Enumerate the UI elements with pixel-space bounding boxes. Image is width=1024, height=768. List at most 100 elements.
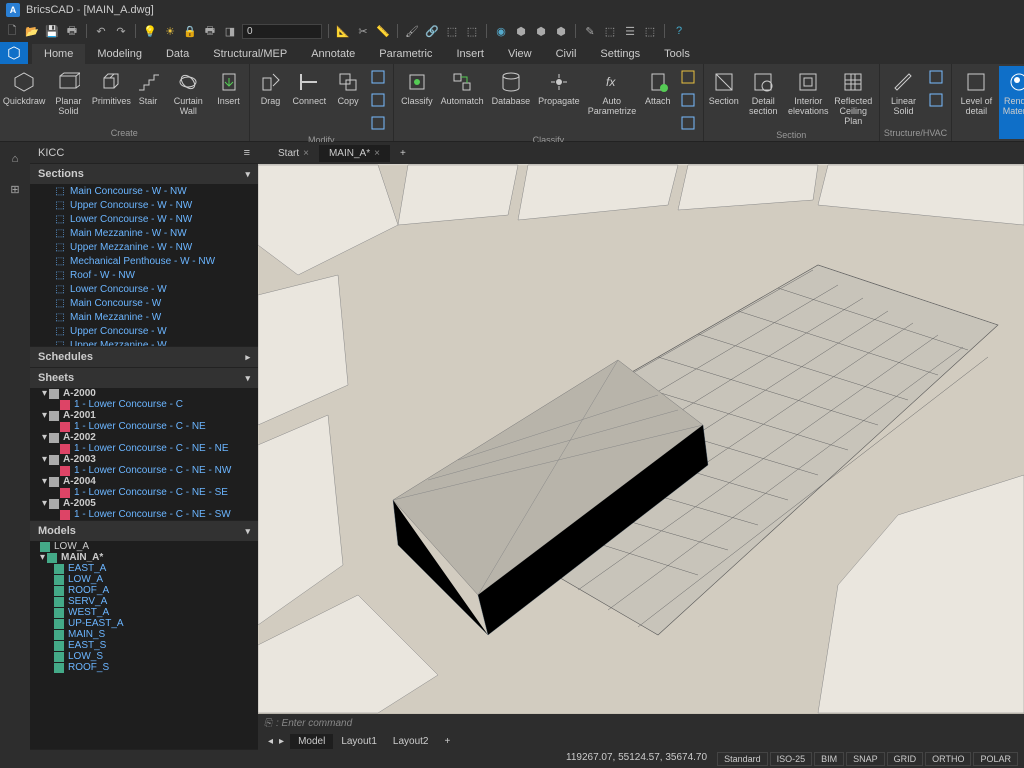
model-item[interactable]: ▾MAIN_A*: [30, 552, 258, 563]
tab-insert[interactable]: Insert: [444, 44, 496, 64]
tool-icon[interactable]: ⬚: [602, 23, 618, 39]
tab-parametric[interactable]: Parametric: [367, 44, 444, 64]
classify-small-button[interactable]: [677, 112, 699, 134]
schedules-header[interactable]: Schedules▸: [30, 347, 258, 367]
section-button[interactable]: Section: [708, 66, 740, 129]
doc-tab-main[interactable]: MAIN_A*×: [319, 145, 390, 162]
add-layout-button[interactable]: +: [437, 734, 459, 749]
modify-small-button[interactable]: [367, 112, 389, 134]
automatch-button[interactable]: Automatch: [438, 66, 487, 134]
layer-plot-icon[interactable]: 🖶: [202, 23, 218, 39]
section-item[interactable]: ⬚Main Concourse - W - NW: [30, 184, 258, 198]
sheets-header[interactable]: Sheets▾: [30, 368, 258, 388]
sheet-group[interactable]: ▾A-2001: [30, 410, 258, 421]
section-item[interactable]: ⬚Upper Concourse - W: [30, 324, 258, 338]
model-item[interactable]: LOW_A: [30, 541, 258, 552]
paint-icon[interactable]: 🖌: [404, 23, 420, 39]
model-item[interactable]: LOW_S: [30, 651, 258, 662]
cube-icon[interactable]: ⬢: [513, 23, 529, 39]
help-icon[interactable]: ?: [671, 23, 687, 39]
home-icon[interactable]: ⌂: [4, 148, 26, 170]
tab-civil[interactable]: Civil: [544, 44, 589, 64]
sheet-item[interactable]: 1 - Lower Concourse - C - NE: [30, 421, 258, 432]
copy-button[interactable]: Copy: [331, 66, 365, 134]
sheet-item[interactable]: 1 - Lower Concourse - C - NE - NE: [30, 443, 258, 454]
sheet-group[interactable]: ▾A-2002: [30, 432, 258, 443]
struct-small-button[interactable]: [925, 89, 947, 111]
status-bim-button[interactable]: BIM: [814, 752, 844, 766]
cube-icon[interactable]: ◉: [493, 23, 509, 39]
ribbon-app-button[interactable]: [0, 42, 28, 64]
tab-annotate[interactable]: Annotate: [299, 44, 367, 64]
model-item[interactable]: MAIN_S: [30, 629, 258, 640]
detail-section-button[interactable]: Detail section: [742, 66, 785, 129]
interior-elevations-button[interactable]: Interior elevations: [787, 66, 830, 129]
structure-icon[interactable]: ⊞: [4, 178, 26, 200]
command-line[interactable]: ⎘: Enter command: [258, 714, 1024, 732]
tab-tools[interactable]: Tools: [652, 44, 702, 64]
attach-button[interactable]: Attach: [641, 66, 675, 134]
models-header[interactable]: Models▾: [30, 521, 258, 541]
tool-icon[interactable]: ⬚: [642, 23, 658, 39]
tool-icon[interactable]: ⬚: [444, 23, 460, 39]
new-icon[interactable]: 🗋: [4, 23, 20, 39]
classify-small-button[interactable]: [677, 89, 699, 111]
sections-header[interactable]: Sections▾: [30, 164, 258, 184]
status-grid-button[interactable]: GRID: [887, 752, 924, 766]
layout-tab-model[interactable]: Model: [290, 734, 333, 749]
status-standard-button[interactable]: Standard: [717, 752, 768, 766]
layer-freeze-icon[interactable]: ☀: [162, 23, 178, 39]
model-item[interactable]: SERV_A: [30, 596, 258, 607]
section-item[interactable]: ⬚Lower Concourse - W - NW: [30, 212, 258, 226]
sheet-group[interactable]: ▾A-2004: [30, 476, 258, 487]
sheet-item[interactable]: 1 - Lower Concourse - C - NE - SE: [30, 487, 258, 498]
classify-small-button[interactable]: [677, 66, 699, 88]
sheet-group[interactable]: ▾A-2005: [30, 498, 258, 509]
layout-tab-layout1[interactable]: Layout1: [333, 734, 385, 749]
status-iso-button[interactable]: ISO-25: [770, 752, 813, 766]
tool-icon[interactable]: 📏: [375, 23, 391, 39]
close-icon[interactable]: ×: [303, 148, 309, 159]
sheet-item[interactable]: 1 - Lower Concourse - C - NE - SW: [30, 509, 258, 520]
open-icon[interactable]: 📂: [24, 23, 40, 39]
propagate-button[interactable]: Propagate: [535, 66, 583, 134]
section-item[interactable]: ⬚Upper Concourse - W - NW: [30, 198, 258, 212]
modify-small-button[interactable]: [367, 89, 389, 111]
curtain-wall-button[interactable]: Curtain Wall: [166, 66, 211, 127]
layer-lock-icon[interactable]: 🔒: [182, 23, 198, 39]
status-ortho-button[interactable]: ORTHO: [925, 752, 971, 766]
sheet-item[interactable]: 1 - Lower Concourse - C - NE - NW: [30, 465, 258, 476]
model-item[interactable]: EAST_S: [30, 640, 258, 651]
undo-icon[interactable]: ↶: [93, 23, 109, 39]
layer-select[interactable]: [242, 24, 322, 39]
layout-next-icon[interactable]: ▸: [279, 736, 284, 747]
primitives-button[interactable]: Primitives: [93, 66, 130, 127]
tab-settings[interactable]: Settings: [588, 44, 652, 64]
tab-data[interactable]: Data: [154, 44, 201, 64]
model-item[interactable]: ROOF_S: [30, 662, 258, 673]
section-item[interactable]: ⬚Main Mezzanine - W: [30, 310, 258, 324]
linear-solid-button[interactable]: Linear Solid: [884, 66, 923, 127]
link-icon[interactable]: 🔗: [424, 23, 440, 39]
section-item[interactable]: ⬚Roof - W - NW: [30, 268, 258, 282]
quickdraw-button[interactable]: Quickdraw: [4, 66, 44, 127]
section-item[interactable]: ⬚Main Mezzanine - W - NW: [30, 226, 258, 240]
render-material-button[interactable]: Render Material: [999, 66, 1024, 139]
model-item[interactable]: LOW_A: [30, 574, 258, 585]
status-polar-button[interactable]: POLAR: [973, 752, 1018, 766]
sheet-group[interactable]: ▾A-2003: [30, 454, 258, 465]
planar-solid-button[interactable]: Planar Solid: [46, 66, 91, 127]
edit-icon[interactable]: ✎: [582, 23, 598, 39]
model-item[interactable]: ROOF_A: [30, 585, 258, 596]
status-snap-button[interactable]: SNAP: [846, 752, 885, 766]
tab-home[interactable]: Home: [32, 44, 85, 64]
layer-visibility-icon[interactable]: 💡: [142, 23, 158, 39]
layout-prev-icon[interactable]: ◂: [268, 736, 273, 747]
auto-parametrize-button[interactable]: fxAuto Parametrize: [585, 66, 639, 134]
list-icon[interactable]: ☰: [622, 23, 638, 39]
insert-button[interactable]: Insert: [213, 66, 245, 127]
doc-tab-start[interactable]: Start×: [268, 145, 319, 162]
sheet-group[interactable]: ▾A-2000: [30, 388, 258, 399]
model-item[interactable]: WEST_A: [30, 607, 258, 618]
section-item[interactable]: ⬚Upper Mezzanine - W: [30, 338, 258, 346]
